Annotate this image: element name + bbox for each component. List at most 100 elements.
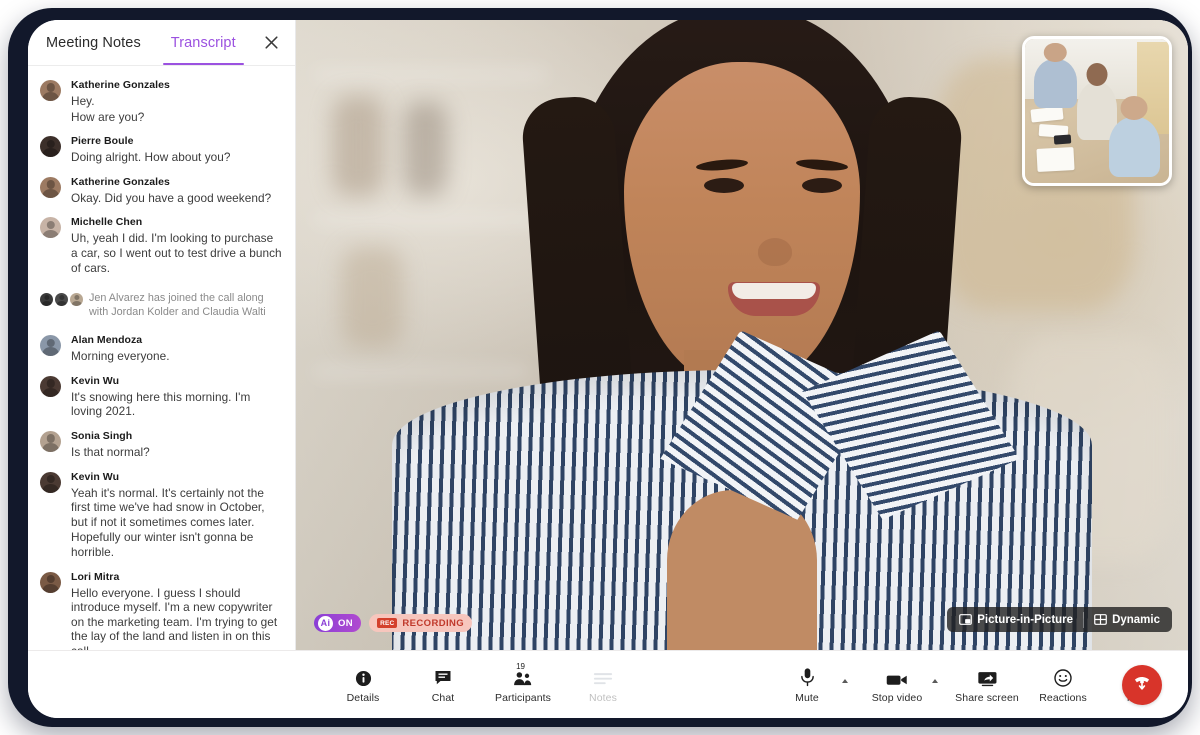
avatar bbox=[40, 431, 61, 452]
transcript-entry: Sonia SinghIs that normal? bbox=[28, 425, 295, 466]
transcript-entry: Lori MitraHello everyone. I guess I shou… bbox=[28, 566, 295, 651]
toolbar-button-participants[interactable]: 19 Participants bbox=[496, 665, 550, 704]
transcript-entry: Katherine GonzalesOkay. Did you have a g… bbox=[28, 171, 295, 212]
view-controls-divider bbox=[1083, 612, 1084, 628]
panel-tab-bar: Meeting Notes Transcript bbox=[28, 20, 295, 66]
toolbar-button-share-screen[interactable]: Share screen bbox=[960, 665, 1014, 704]
speaker-avatar bbox=[40, 374, 64, 420]
dynamic-layout-button[interactable]: Dynamic bbox=[1088, 611, 1166, 628]
speaker-name: Sonia Singh bbox=[71, 429, 283, 444]
info-icon bbox=[355, 665, 372, 687]
speaker-name: Lori Mitra bbox=[71, 570, 283, 585]
speaker-name: Michelle Chen bbox=[71, 215, 283, 230]
picture-in-picture-button[interactable]: Picture-in-Picture bbox=[953, 611, 1079, 628]
ai-logo-icon: Ai bbox=[318, 616, 333, 631]
transcript-entry-body: Sonia SinghIs that normal? bbox=[64, 429, 283, 461]
share-screen-icon bbox=[977, 665, 998, 687]
toolbar-button-mute[interactable]: Mute bbox=[780, 665, 834, 704]
dynamic-layout-label: Dynamic bbox=[1112, 614, 1160, 626]
toolbar-left-group: Details Chat 19 Participants Notes bbox=[336, 665, 630, 704]
meeting-toolbar: Details Chat 19 Participants Notes Mute Stop … bbox=[28, 650, 1188, 718]
transcript-entry-body: Katherine GonzalesOkay. Did you have a g… bbox=[64, 175, 283, 207]
toolbar-button-label: Participants bbox=[495, 692, 551, 704]
video-stage[interactable]: Ai ON REC RECORDING bbox=[296, 20, 1188, 650]
transcript-entry-body: Alan MendozaMorning everyone. bbox=[64, 333, 283, 365]
toolbar-button-label: Reactions bbox=[1039, 692, 1087, 704]
transcript-list[interactable]: Katherine GonzalesHey.How are you? Pierre… bbox=[28, 66, 295, 650]
joined-participants-avatars bbox=[40, 291, 85, 306]
transcript-entry-body: Kevin WuYeah it's normal. It's certainly… bbox=[64, 470, 283, 561]
picture-in-picture-thumbnail[interactable] bbox=[1022, 36, 1172, 186]
end-call-button[interactable] bbox=[1122, 665, 1162, 705]
transcript-line: Is that normal? bbox=[71, 445, 283, 460]
toolbar-button-notes: Notes bbox=[576, 665, 630, 704]
transcript-entry-body: Lori MitraHello everyone. I guess I shou… bbox=[64, 570, 283, 651]
transcript-line: Hey. bbox=[71, 94, 283, 109]
avatar bbox=[40, 376, 61, 397]
speaker-avatar bbox=[40, 570, 64, 651]
chat-icon bbox=[434, 665, 452, 687]
tab-transcript[interactable]: Transcript bbox=[167, 20, 240, 65]
avatar bbox=[40, 335, 61, 356]
avatar bbox=[70, 293, 83, 306]
toolbar-button-label: Notes bbox=[589, 692, 617, 704]
transcript-entry: Kevin WuYeah it's normal. It's certainly… bbox=[28, 466, 295, 566]
chevron-up-icon[interactable] bbox=[932, 679, 938, 683]
toolbar-button-details[interactable]: Details bbox=[336, 665, 390, 704]
speaker-avatar bbox=[40, 175, 64, 207]
avatar bbox=[40, 472, 61, 493]
transcript-line: It's snowing here this morning. I'm lovi… bbox=[71, 390, 283, 419]
transcript-entry-body: Katherine GonzalesHey.How are you? bbox=[64, 78, 283, 125]
toolbar-button-label: Chat bbox=[432, 692, 455, 704]
avatar bbox=[40, 136, 61, 157]
transcript-entry: Michelle ChenUh, yeah I did. I'm looking… bbox=[28, 211, 295, 281]
tab-meeting-notes-label: Meeting Notes bbox=[46, 35, 141, 51]
speaker-name: Katherine Gonzales bbox=[71, 175, 283, 190]
avatar bbox=[40, 177, 61, 198]
toolbar-button-chat[interactable]: Chat bbox=[416, 665, 470, 704]
screen-body: Meeting Notes Transcript Katherine Gonza… bbox=[28, 20, 1188, 650]
transcript-line: Doing alright. How about you? bbox=[71, 150, 283, 165]
toolbar-button-stop-video[interactable]: Stop video bbox=[870, 665, 924, 704]
transcript-entry: Kevin WuIt's snowing here this morning. … bbox=[28, 370, 295, 425]
speaker-name: Pierre Boule bbox=[71, 134, 283, 149]
transcript-line: Morning everyone. bbox=[71, 349, 283, 364]
transcript-entry: Alan MendozaMorning everyone. bbox=[28, 329, 295, 370]
device-bezel: Meeting Notes Transcript Katherine Gonza… bbox=[8, 8, 1192, 727]
grid-layout-icon bbox=[1094, 613, 1107, 626]
speaker-avatar bbox=[40, 134, 64, 166]
speaker-avatar bbox=[40, 215, 64, 276]
transcript-entry-body: Kevin WuIt's snowing here this morning. … bbox=[64, 374, 283, 420]
speaker-name: Kevin Wu bbox=[71, 374, 283, 389]
toolbar-button-label: Details bbox=[347, 692, 380, 704]
ai-on-label: ON bbox=[338, 618, 353, 629]
picture-in-picture-icon bbox=[959, 613, 972, 626]
transcript-entry-body: Michelle ChenUh, yeah I did. I'm looking… bbox=[64, 215, 283, 276]
speaker-avatar bbox=[40, 78, 64, 125]
speaker-name: Katherine Gonzales bbox=[71, 78, 283, 93]
tab-meeting-notes[interactable]: Meeting Notes bbox=[42, 20, 145, 65]
toolbar-mid-group: MuteStop videoShare screenReactionsMore bbox=[780, 665, 1166, 704]
avatar bbox=[55, 293, 68, 306]
transcript-entry: Pierre BouleDoing alright. How about you… bbox=[28, 130, 295, 171]
speaker-avatar bbox=[40, 470, 64, 561]
ai-on-badge[interactable]: Ai ON bbox=[314, 614, 361, 632]
toolbar-button-reactions[interactable]: Reactions bbox=[1036, 665, 1090, 704]
tab-transcript-label: Transcript bbox=[171, 35, 236, 51]
speaker-name: Alan Mendoza bbox=[71, 333, 283, 348]
avatar bbox=[40, 217, 61, 238]
participants-icon: 19 bbox=[513, 665, 533, 687]
app-window: Meeting Notes Transcript Katherine Gonza… bbox=[28, 20, 1188, 718]
transcript-line: Hopefully our winter isn't gonna be horr… bbox=[71, 530, 283, 559]
system-message-text: Jen Alvarez has joined the call along wi… bbox=[85, 291, 283, 319]
transcript-entry: Katherine GonzalesHey.How are you? bbox=[28, 74, 295, 130]
close-icon[interactable] bbox=[260, 32, 282, 54]
view-controls: Picture-in-Picture Dynamic bbox=[947, 607, 1172, 632]
recording-label: RECORDING bbox=[402, 618, 464, 629]
toolbar-button-label: Mute bbox=[795, 692, 819, 704]
participants-count-badge: 19 bbox=[516, 662, 525, 671]
avatar bbox=[40, 572, 61, 593]
rec-chip-icon: REC bbox=[377, 618, 397, 628]
speaker-avatar bbox=[40, 333, 64, 365]
chevron-up-icon[interactable] bbox=[842, 679, 848, 683]
